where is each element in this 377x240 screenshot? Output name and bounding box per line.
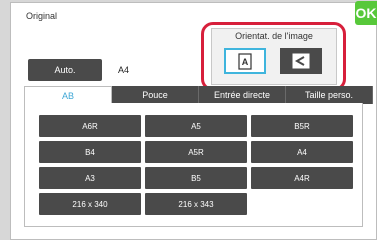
size-button-a5[interactable]: A5 (145, 115, 247, 137)
ok-button[interactable]: OK (355, 1, 377, 25)
size-button-a5r[interactable]: A5R (145, 141, 247, 163)
portrait-orientation-button[interactable]: A (224, 48, 266, 74)
svg-text:A: A (242, 57, 249, 67)
orientation-label: Orientat. de l'image (235, 31, 313, 41)
page-title: Original (26, 11, 58, 21)
landscape-orientation-button[interactable] (280, 48, 322, 74)
size-button-216x340[interactable]: 216 x 340 (39, 193, 141, 215)
tab-ab[interactable]: AB (24, 86, 112, 104)
size-button-b5r[interactable]: B5R (251, 115, 353, 137)
size-tabs: AB Pouce Entrée directe Taille perso. (24, 86, 373, 104)
tab-custom-size[interactable]: Taille perso. (286, 86, 373, 104)
size-button-a6r[interactable]: A6R (39, 115, 141, 137)
size-button-b5[interactable]: B5 (145, 167, 247, 189)
tab-direct-entry[interactable]: Entrée directe (199, 86, 286, 104)
portrait-orientation-icon: A (238, 52, 252, 70)
tab-pouce[interactable]: Pouce (112, 86, 199, 104)
size-button-a4r[interactable]: A4R (251, 167, 353, 189)
size-button-a4[interactable]: A4 (251, 141, 353, 163)
current-size-value: A4 (118, 65, 130, 75)
size-button-a3[interactable]: A3 (39, 167, 141, 189)
auto-button[interactable]: Auto. (28, 59, 102, 81)
size-button-b4[interactable]: B4 (39, 141, 141, 163)
size-button-216x343[interactable]: 216 x 343 (145, 193, 247, 215)
landscape-orientation-icon (292, 53, 310, 69)
